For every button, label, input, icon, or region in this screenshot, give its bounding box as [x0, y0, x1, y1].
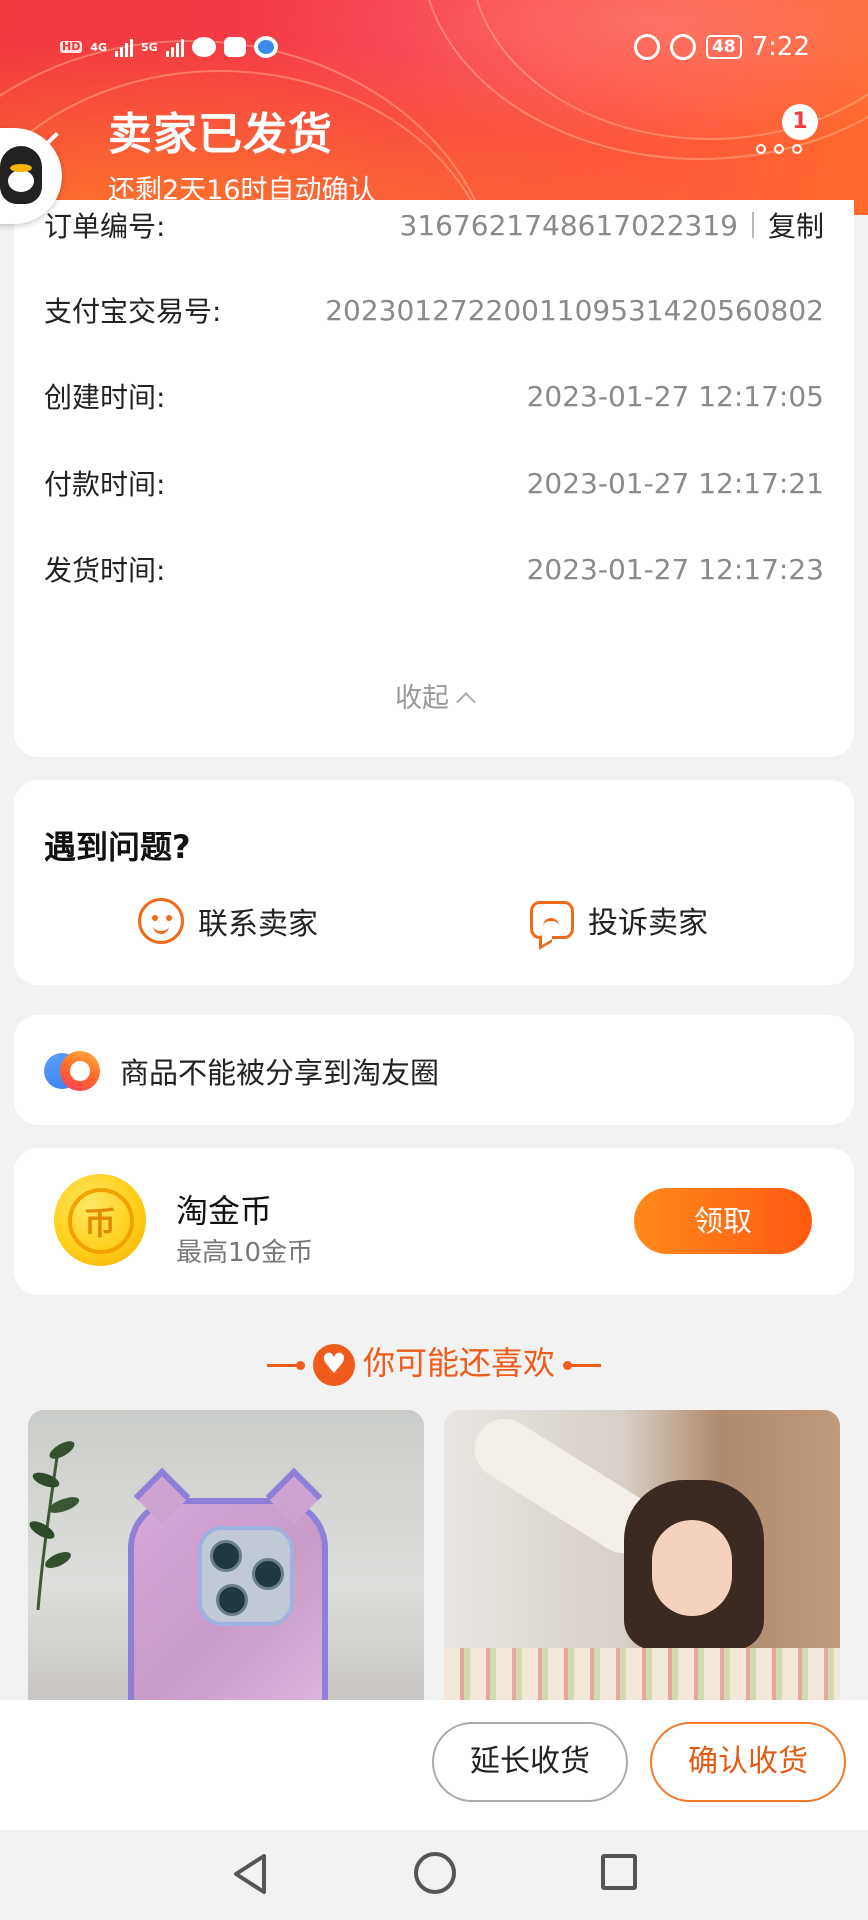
- claim-coins-button[interactable]: 领取: [634, 1188, 812, 1254]
- order-number-row: [44, 0, 824, 15]
- divider: [266, 1360, 305, 1370]
- shipped-time-row: 发货时间: 2023-01-27 12:17:23: [44, 539, 824, 599]
- order-number-label: 订单编号:: [44, 210, 166, 243]
- plant-image: [29, 1441, 80, 1610]
- alipay-trade-label: 支付宝交易号:: [44, 295, 222, 328]
- status-time: 7:22: [751, 32, 810, 62]
- shipped-time-value: 2023-01-27 12:17:23: [526, 552, 824, 586]
- gold-coin-icon: 币: [54, 1174, 146, 1266]
- coin-title: 淘金币: [176, 1192, 273, 1230]
- chat-app-icon: [253, 36, 278, 58]
- alarm-icon: [669, 34, 696, 60]
- order-number-row: 订单编号: 3167621748617022319 复制: [44, 195, 824, 255]
- alipay-trade-row: 支付宝交易号: 2023012722001109531420560802: [44, 280, 824, 340]
- coin-glyph: 币: [83, 1204, 116, 1242]
- divider: [563, 1360, 601, 1370]
- page-title: 卖家已发货: [108, 109, 333, 160]
- paid-time-label: 付款时间:: [44, 468, 166, 501]
- network-type-2: 5G: [141, 40, 158, 54]
- confirm-receipt-button[interactable]: 确认收货: [650, 1722, 846, 1802]
- camera-module: [198, 1526, 294, 1626]
- phone-case-image: [128, 1467, 328, 1700]
- message-icon: [191, 37, 216, 57]
- contact-seller-label: 联系卖家: [198, 907, 318, 942]
- robot-app-icon: [223, 37, 246, 57]
- signal-icon-1: [115, 37, 134, 57]
- order-status-header: HD 4G 5G 48 7:22 卖家已发货 还剩2天16时自动确认 1: [0, 0, 868, 215]
- system-nav-bar: [0, 1830, 868, 1920]
- collapse-button[interactable]: 收起: [14, 676, 854, 715]
- recommend-heading: 你可能还喜欢: [0, 1338, 868, 1386]
- contact-seller-button[interactable]: 联系卖家: [138, 898, 318, 944]
- penguin-icon: [0, 146, 42, 204]
- copy-order-number-button[interactable]: 复制: [768, 205, 824, 245]
- smiley-service-icon: [138, 898, 184, 944]
- taoyou-circle-icon: [44, 1047, 100, 1093]
- blanket-image: [444, 1648, 840, 1700]
- complaint-chat-icon: [530, 901, 574, 939]
- status-bar: HD 4G 5G 48 7:22: [0, 28, 868, 78]
- share-notice-text: 商品不能被分享到淘友圈: [120, 1056, 440, 1090]
- nav-back-icon[interactable]: [230, 1852, 270, 1896]
- alipay-trade-value: 2023012722001109531420560802: [325, 293, 824, 327]
- paid-time-row: 付款时间: 2023-01-27 12:17:21: [44, 453, 824, 513]
- signal-icon-2: [165, 37, 184, 57]
- shipped-time-label: 发货时间:: [44, 554, 166, 587]
- coin-subtitle: 最高10金币: [176, 1238, 314, 1268]
- share-notice-card: 商品不能被分享到淘友圈: [14, 1015, 854, 1125]
- collapse-label: 收起: [395, 683, 449, 714]
- more-dots-icon: [756, 144, 802, 154]
- taojinbi-card: 币 淘金币 最高10金币 领取: [14, 1148, 854, 1295]
- created-time-label: 创建时间:: [44, 381, 166, 414]
- created-time-value: 2023-01-27 12:17:05: [526, 379, 824, 413]
- battery-level: 48: [705, 35, 742, 59]
- product-card-blanket[interactable]: [444, 1410, 840, 1700]
- bottom-action-bar: 延长收货 确认收货: [0, 1700, 868, 1830]
- order-details: 订单编号: 3167621748617022319 复制 支付宝交易号: 202…: [14, 200, 854, 757]
- product-card-phone-case[interactable]: [28, 1410, 424, 1700]
- model-image: [624, 1480, 764, 1650]
- chevron-up-icon: [456, 692, 476, 712]
- hd-icon: HD: [60, 40, 83, 53]
- complain-seller-button[interactable]: 投诉卖家: [530, 898, 708, 942]
- created-time-row: 创建时间: 2023-01-27 12:17:05: [44, 366, 824, 426]
- problem-card: 遇到问题? 联系卖家 投诉卖家: [14, 780, 854, 985]
- data-saver-icon: [633, 34, 660, 60]
- problem-title: 遇到问题?: [44, 828, 191, 866]
- recommend-title: 你可能还喜欢: [362, 1344, 555, 1382]
- paid-time-value: 2023-01-27 12:17:21: [526, 466, 824, 500]
- heart-icon: [312, 1344, 355, 1386]
- order-number-value: 3167621748617022319: [399, 208, 738, 242]
- more-options-button[interactable]: 1: [750, 104, 820, 160]
- nav-home-icon[interactable]: [414, 1852, 456, 1894]
- divider: [751, 212, 754, 238]
- complain-seller-label: 投诉卖家: [588, 906, 708, 941]
- extend-receipt-button[interactable]: 延长收货: [432, 1722, 628, 1802]
- network-type-1: 4G: [90, 40, 108, 54]
- notification-badge: 1: [782, 104, 818, 140]
- nav-recents-icon[interactable]: [601, 1854, 637, 1890]
